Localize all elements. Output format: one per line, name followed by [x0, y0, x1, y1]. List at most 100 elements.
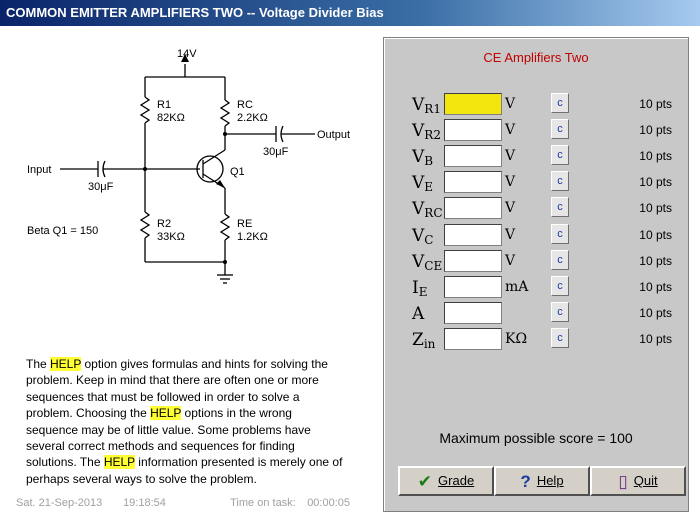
help-keyword: HELP	[103, 455, 135, 470]
answer-row: VE Vc 10 pts	[384, 171, 688, 197]
points-label: 10 pts	[639, 175, 672, 190]
unit-label: mA	[505, 278, 529, 295]
answer-row: Zin KΩ c 10 pts	[384, 327, 688, 354]
answer-row: VRC Vc 10 pts	[384, 197, 688, 223]
variable-label: VE	[412, 173, 433, 194]
status-bar: Sat. 21-Sep-2013 19:18:54 Time on task: …	[16, 497, 350, 509]
r2-label: R2	[157, 218, 171, 230]
r1-value: 82KΩ	[157, 112, 185, 124]
time-on-task-value: 00:00:05	[307, 497, 351, 509]
status-date: Sat. 21-Sep-2013	[16, 497, 103, 509]
variable-symbol: I	[412, 277, 419, 298]
variable-symbol: Z	[412, 329, 424, 350]
help-description: The HELP option gives formulas and hints…	[26, 356, 346, 487]
points-label: 10 pts	[639, 279, 672, 294]
r2-value: 33KΩ	[157, 231, 185, 243]
variable-label: VRC	[412, 199, 443, 220]
calculate-button[interactable]: c	[551, 93, 569, 113]
calculate-button[interactable]: c	[551, 145, 569, 166]
transistor-label: Q1	[230, 166, 245, 178]
variable-subscript: E	[424, 180, 434, 195]
rc-value: 2.2KΩ	[237, 112, 268, 124]
variable-symbol: V	[412, 251, 425, 272]
calculate-button[interactable]: c	[551, 249, 569, 270]
unit-label: V	[505, 148, 516, 165]
help-text-part: The	[26, 357, 51, 371]
answer-input[interactable]	[444, 197, 502, 220]
calculate-button[interactable]: c	[551, 223, 569, 244]
unit-label: V	[505, 200, 516, 217]
variable-label: VR1	[412, 95, 441, 116]
calculate-button[interactable]: c	[551, 275, 569, 296]
help-button-label: Help	[536, 473, 564, 488]
calculate-button[interactable]: c	[551, 327, 569, 348]
points-label: 10 pts	[639, 253, 672, 268]
output-label: Output	[317, 129, 350, 141]
variable-subscript: in	[423, 336, 436, 351]
answer-input[interactable]	[444, 223, 502, 246]
window-title: COMMON EMITTER AMPLIFIERS TWO -- Voltage…	[6, 5, 384, 20]
variable-symbol: V	[412, 225, 425, 246]
answer-input[interactable]	[444, 119, 502, 142]
answer-row: VR1 Vc 10 pts	[384, 93, 688, 119]
quit-button[interactable]: ▯ Quit	[590, 466, 686, 496]
r1-label: R1	[157, 99, 171, 111]
variable-subscript: E	[418, 284, 428, 299]
answer-input[interactable]	[444, 327, 502, 350]
supply-label: 14V	[177, 48, 197, 60]
points-label: 10 pts	[639, 149, 672, 164]
answer-input[interactable]	[444, 171, 502, 194]
variable-label: A	[412, 304, 424, 325]
answer-input[interactable]	[444, 275, 502, 298]
calculate-button[interactable]: c	[551, 301, 569, 322]
question-icon: ?	[520, 472, 531, 491]
unit-label: V	[505, 252, 516, 269]
points-label: 10 pts	[639, 331, 672, 346]
answer-row: VB Vc 10 pts	[384, 145, 688, 171]
answer-row: VCE Vc 10 pts	[384, 249, 688, 276]
answer-input[interactable]	[444, 301, 502, 324]
re-value: 1.2KΩ	[237, 231, 268, 243]
re-label: RE	[237, 218, 252, 230]
variable-subscript: B	[424, 154, 434, 169]
checkmark-icon: ✔	[417, 472, 433, 491]
variable-subscript: R1	[424, 102, 441, 116]
variable-label: VR2	[412, 121, 441, 142]
answer-row: VC Vc 10 pts	[384, 223, 688, 250]
max-score-label: Maximum possible score = 100	[439, 430, 633, 446]
unit-label: V	[505, 122, 516, 139]
variable-subscript: C	[424, 232, 434, 247]
time-on-task-label: Time on task:	[230, 497, 296, 509]
calculate-button[interactable]: c	[551, 171, 569, 192]
answer-panel: CE Amplifiers Two VR1 Vc 10 pts VR2 Vc 10 pts…	[383, 37, 689, 512]
quit-button-label: Quit	[633, 473, 658, 488]
points-label: 10 pts	[639, 201, 672, 216]
status-time: 19:18:54	[123, 497, 166, 509]
answer-row: VR2 Vc 10 pts	[384, 119, 688, 145]
variable-subscript: CE	[424, 258, 443, 273]
window-title-bar: COMMON EMITTER AMPLIFIERS TWO -- Voltage…	[0, 0, 700, 26]
panel-title: CE Amplifiers Two	[483, 50, 589, 65]
unit-label: V	[505, 174, 516, 191]
variable-label: VCE	[412, 252, 442, 273]
beta-label: Beta Q1 = 150	[27, 225, 98, 237]
answer-row: IE mA c 10 pts	[384, 275, 688, 302]
grade-button[interactable]: ✔ Grade	[398, 466, 494, 496]
help-button[interactable]: ? Help	[494, 466, 590, 496]
points-label: 10 pts	[639, 97, 672, 111]
answer-input[interactable]	[444, 93, 502, 115]
help-keyword: HELP	[150, 406, 182, 421]
variable-subscript: R2	[424, 128, 441, 143]
calculate-button[interactable]: c	[551, 119, 569, 140]
answer-input[interactable]	[444, 145, 502, 168]
help-keyword: HELP	[50, 357, 82, 371]
rc-label: RC	[237, 99, 253, 111]
variable-label: IE	[412, 278, 427, 299]
points-label: 10 pts	[639, 123, 672, 138]
answer-input[interactable]	[444, 249, 502, 272]
variable-subscript: RC	[424, 206, 443, 221]
circuit-diagram: 14V R1 82KΩ RC 2.2KΩ Output 30μF Input 3…	[27, 48, 350, 284]
variable-label: VC	[412, 226, 433, 247]
variable-symbol: V	[412, 173, 425, 194]
calculate-button[interactable]: c	[551, 197, 569, 218]
